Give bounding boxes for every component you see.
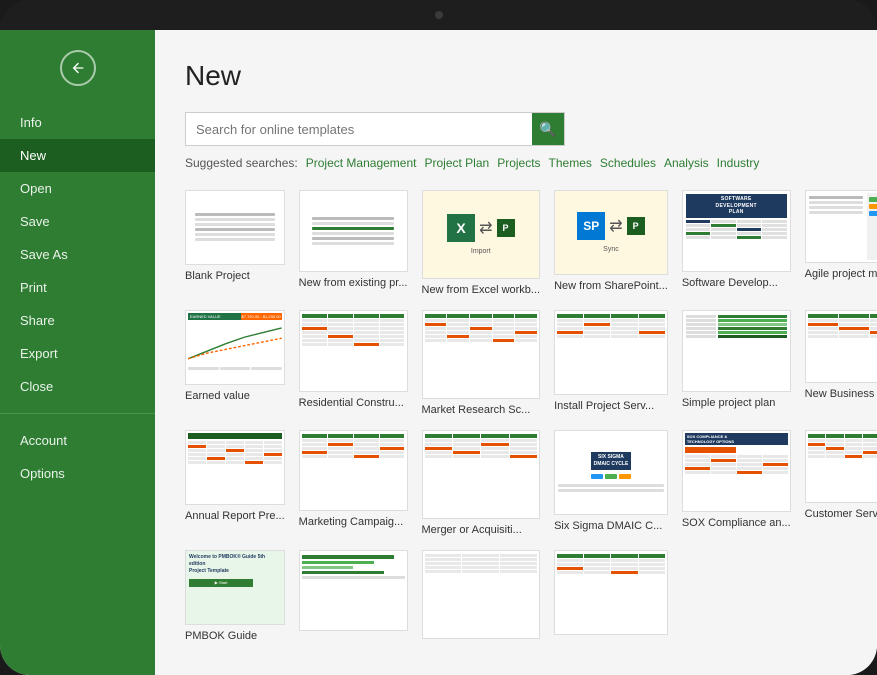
template-label-marketing: Marketing Campaig...: [299, 516, 408, 528]
template-label-excel: New from Excel workb...: [422, 284, 541, 296]
back-button[interactable]: [60, 50, 96, 86]
search-input[interactable]: [186, 114, 532, 145]
nav-item-save-as[interactable]: Save As: [0, 238, 155, 271]
template-blank[interactable]: Blank Project: [185, 190, 285, 296]
template-new-business[interactable]: New Business Pla...: [805, 310, 877, 416]
suggested-analysis[interactable]: Analysis: [664, 156, 709, 170]
template-thumb-software-dev: SOFTWAREDEVELOPMENTPLAN: [682, 190, 791, 272]
template-six-sigma[interactable]: SIX SIGMADMAIC CYCLE: [554, 430, 668, 536]
template-thumb-earned: EARNED VALUE $7,720.00 - $1,230.00: [185, 310, 285, 385]
template-marketing[interactable]: Marketing Campaig...: [299, 430, 408, 536]
nav-item-save[interactable]: Save: [0, 205, 155, 238]
arrows-icon: ⇄: [479, 218, 492, 238]
template-label-blank: Blank Project: [185, 270, 285, 282]
template-thumb-simple-plan: [682, 310, 791, 392]
template-earned[interactable]: EARNED VALUE $7,720.00 - $1,230.00: [185, 310, 285, 416]
template-software-dev[interactable]: SOFTWAREDEVELOPMENTPLAN Software Develop…: [682, 190, 791, 296]
template-thumb-agile: [805, 190, 877, 263]
template-thumb-excel: X ⇄ P Import: [422, 190, 541, 279]
template-thumb-sox: SOX COMPLIANCE &TECHNOLOGY OPTIONS: [682, 430, 791, 512]
template-label-customer-service: Customer Service...: [805, 508, 877, 520]
template-22[interactable]: [554, 550, 668, 644]
template-thumb-residential: [299, 310, 408, 392]
suggested-project-management[interactable]: Project Management: [306, 156, 417, 170]
template-annual-report[interactable]: Annual Report Pre...: [185, 430, 285, 536]
template-existing[interactable]: New from existing pr...: [299, 190, 408, 296]
template-sharepoint[interactable]: SP ⇄ P Sync New from SharePoint...: [554, 190, 668, 296]
suggested-project-plan[interactable]: Project Plan: [424, 156, 489, 170]
template-thumb-six-sigma: SIX SIGMADMAIC CYCLE: [554, 430, 668, 515]
nav-item-share[interactable]: Share: [0, 304, 155, 337]
template-thumb-22: [554, 550, 668, 635]
template-thumb-annual-report: [185, 430, 285, 505]
template-label-sox: SOX Compliance an...: [682, 517, 791, 529]
template-thumb-pmbok: Welcome to PMBOK® Guide 5th editionProje…: [185, 550, 285, 625]
template-thumb-sharepoint: SP ⇄ P Sync: [554, 190, 668, 275]
suggested-projects[interactable]: Projects: [497, 156, 540, 170]
template-label-sharepoint: New from SharePoint...: [554, 280, 668, 292]
template-20[interactable]: [299, 550, 408, 644]
template-label-agile: Agile project man...: [805, 268, 877, 280]
nav-item-open[interactable]: Open: [0, 172, 155, 205]
sidebar: Info New Open Save Save As Print Share E…: [0, 30, 155, 675]
template-label-pmbok: PMBOK Guide: [185, 630, 285, 642]
search-bar: 🔍: [185, 112, 565, 146]
template-label-market-research: Market Research Sc...: [422, 404, 541, 416]
excel-icon: X: [447, 214, 475, 242]
nav-divider: [0, 413, 155, 414]
nav-item-new[interactable]: New: [0, 139, 155, 172]
suggested-searches: Suggested searches: Project Management P…: [185, 156, 847, 170]
template-thumb-customer-service: [805, 430, 877, 503]
template-customer-service[interactable]: Customer Service...: [805, 430, 877, 536]
template-agile[interactable]: Agile project man...: [805, 190, 877, 296]
template-label-install-project: Install Project Serv...: [554, 400, 668, 412]
page-title: New: [185, 60, 847, 92]
template-label-merger: Merger or Acquisiti...: [422, 524, 541, 536]
nav-item-options[interactable]: Options: [0, 457, 155, 490]
suggested-label: Suggested searches:: [185, 156, 298, 170]
template-sox[interactable]: SOX COMPLIANCE &TECHNOLOGY OPTIONS SOX C…: [682, 430, 791, 536]
template-merger[interactable]: Merger or Acquisiti...: [422, 430, 541, 536]
arrows-sp-icon: ⇄: [609, 216, 622, 236]
nav-item-info[interactable]: Info: [0, 106, 155, 139]
template-thumb-market-research: [422, 310, 541, 399]
template-thumb-existing: [299, 190, 408, 272]
template-label-existing: New from existing pr...: [299, 277, 408, 289]
template-residential[interactable]: Residential Constru...: [299, 310, 408, 416]
template-thumb-merger: [422, 430, 541, 519]
device-camera: [435, 11, 443, 19]
main-content: New 🔍 Suggested searches: Project Manage…: [155, 30, 877, 675]
template-label-simple-plan: Simple project plan: [682, 397, 791, 409]
template-install-project[interactable]: Install Project Serv...: [554, 310, 668, 416]
device-top-bar: [0, 0, 877, 30]
template-label-annual-report: Annual Report Pre...: [185, 510, 285, 522]
nav-item-close[interactable]: Close: [0, 370, 155, 403]
template-21[interactable]: [422, 550, 541, 644]
template-label-six-sigma: Six Sigma DMAIC C...: [554, 520, 668, 532]
template-thumb-blank: [185, 190, 285, 265]
templates-grid: Blank Project New from e: [185, 190, 847, 644]
nav-item-print[interactable]: Print: [0, 271, 155, 304]
template-label-earned: Earned value: [185, 390, 285, 402]
template-simple-plan[interactable]: Simple project plan: [682, 310, 791, 416]
template-thumb-new-business: [805, 310, 877, 383]
nav-item-account[interactable]: Account: [0, 424, 155, 457]
template-pmbok[interactable]: Welcome to PMBOK® Guide 5th editionProje…: [185, 550, 285, 644]
nav-item-export[interactable]: Export: [0, 337, 155, 370]
suggested-themes[interactable]: Themes: [549, 156, 592, 170]
template-thumb-20: [299, 550, 408, 632]
search-icon[interactable]: 🔍: [532, 113, 564, 145]
suggested-schedules[interactable]: Schedules: [600, 156, 656, 170]
template-thumb-install-project: [554, 310, 668, 395]
suggested-industry[interactable]: Industry: [717, 156, 760, 170]
template-thumb-marketing: [299, 430, 408, 512]
template-label-residential: Residential Constru...: [299, 397, 408, 409]
template-label-new-business: New Business Pla...: [805, 388, 877, 400]
template-excel[interactable]: X ⇄ P Import New from Excel workb...: [422, 190, 541, 296]
template-label-software-dev: Software Develop...: [682, 277, 791, 289]
sharepoint-icon: SP: [577, 212, 605, 240]
template-market-research[interactable]: Market Research Sc...: [422, 310, 541, 416]
template-thumb-21: [422, 550, 541, 639]
